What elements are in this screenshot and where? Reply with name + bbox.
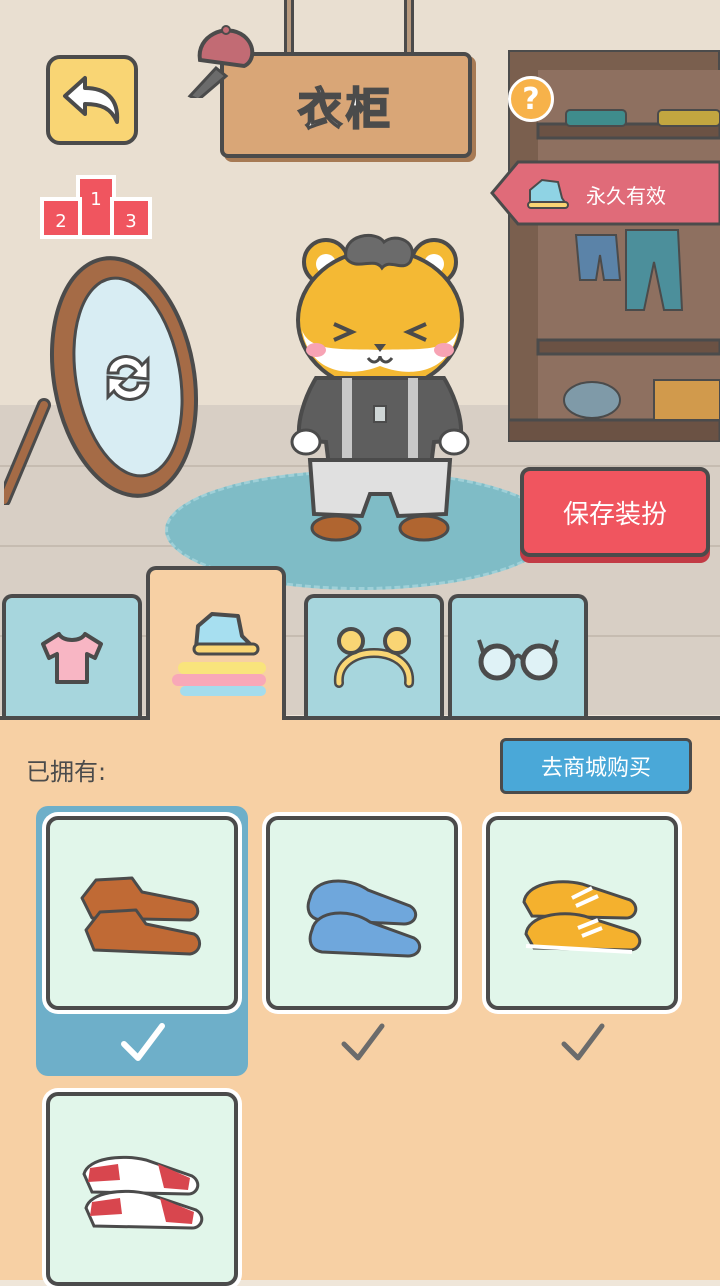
validity-text: 永久有效 [586, 184, 666, 208]
sign-rope [404, 0, 414, 58]
glasses-icon [477, 639, 559, 681]
yellow-sneakers-icon [522, 880, 642, 954]
back-button[interactable] [46, 55, 138, 145]
help-icon: ? [522, 81, 540, 117]
help-button[interactable]: ? [508, 76, 554, 122]
podium-icon[interactable]: 1 2 3 [40, 175, 152, 239]
brown-shoes-icon [80, 876, 201, 956]
go-to-shop-label: 去商城购买 [540, 756, 651, 781]
save-outfit-button[interactable]: 保存装扮 [520, 467, 710, 557]
item-card-brown-shoes[interactable] [46, 816, 238, 1010]
red-sneakers-icon [82, 1155, 204, 1230]
tab-shoes[interactable] [146, 566, 286, 720]
shoe-icon [172, 612, 266, 696]
podium-second: 2 [55, 211, 66, 232]
page-title: 衣柜 [297, 83, 394, 136]
mirror-rotate-button[interactable] [4, 255, 204, 505]
go-to-shop-button[interactable]: 去商城购买 [500, 738, 692, 794]
podium-third: 3 [125, 211, 136, 232]
owned-check-icon [121, 1023, 165, 1061]
rotate-icon [106, 355, 150, 401]
owned-check-icon [561, 1023, 605, 1061]
back-arrow-icon [63, 76, 120, 124]
shirt-icon [41, 632, 103, 684]
headband-icon [333, 627, 415, 688]
tiger-character [290, 233, 470, 542]
item-card-blue-shoes[interactable] [266, 816, 458, 1010]
item-card-yellow-sneakers[interactable] [486, 816, 678, 1010]
blue-shoes-icon [306, 879, 422, 958]
owned-check-icon [341, 1023, 385, 1061]
item-card-red-sneakers[interactable] [46, 1092, 238, 1286]
tab-tops[interactable] [2, 594, 142, 718]
save-outfit-label: 保存装扮 [562, 499, 667, 530]
podium-first: 1 [90, 189, 101, 210]
cap-icon [187, 25, 255, 98]
sign-rope [284, 0, 294, 58]
tab-headwear[interactable] [304, 594, 444, 718]
tab-glasses[interactable] [448, 594, 588, 718]
owned-label: 已拥有: [26, 758, 107, 786]
